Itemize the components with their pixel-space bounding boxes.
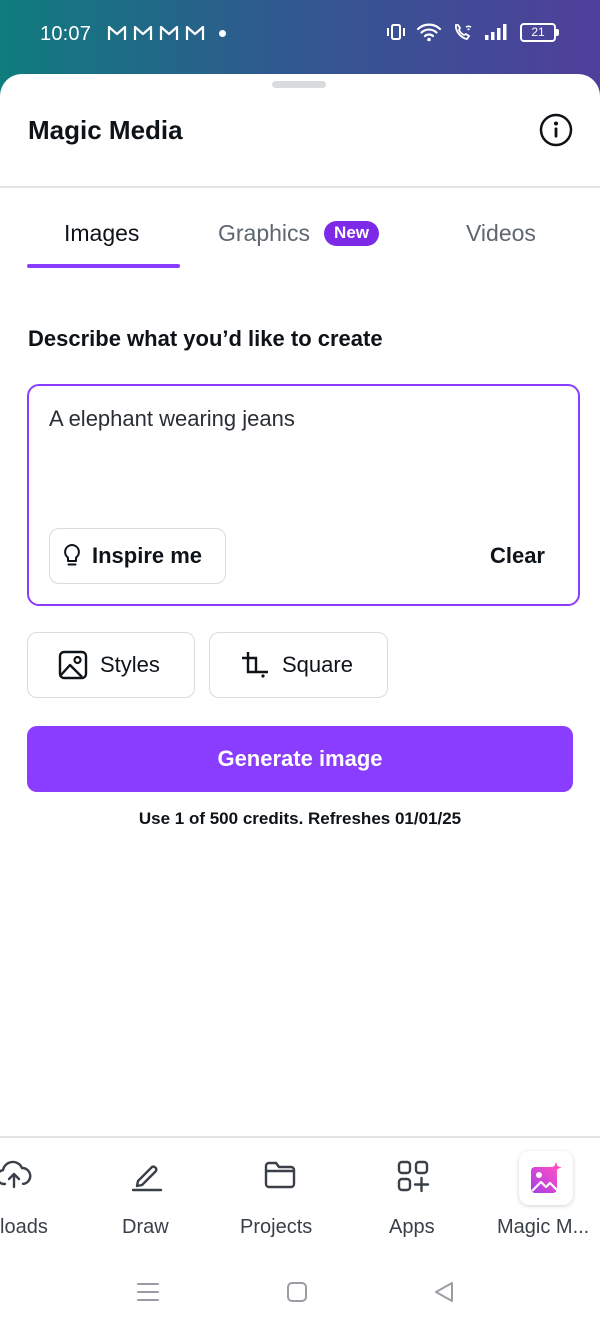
- nav-label-apps: Apps: [389, 1216, 435, 1238]
- prompt-label: Describe what you’d like to create: [28, 326, 383, 351]
- tab-graphics-label: Graphics: [218, 220, 311, 246]
- nav-label-projects: Projects: [240, 1216, 313, 1238]
- tab-images[interactable]: Images: [64, 220, 139, 247]
- tab-graphics[interactable]: Graphics New: [218, 220, 380, 247]
- status-bar: 10:07 21: [0, 0, 600, 74]
- wifi-icon: [416, 23, 442, 42]
- nav-item-apps[interactable]: Apps: [380, 1137, 450, 1252]
- gmail-icon: [107, 25, 127, 40]
- lightbulb-icon: [64, 544, 80, 566]
- aspect-ratio-label: Square: [282, 652, 353, 677]
- magic-media-icon: [531, 1162, 562, 1193]
- info-icon[interactable]: [539, 113, 573, 147]
- back-icon[interactable]: [432, 1280, 456, 1304]
- media-type-tabs: Images Graphics New Videos: [0, 214, 600, 270]
- gmail-icon: [185, 25, 205, 40]
- nav-label-uploads: loads: [0, 1216, 48, 1238]
- inspire-me-label: Inspire me: [92, 543, 203, 568]
- header-divider: [0, 186, 600, 188]
- image-icon: [58, 650, 88, 680]
- bottom-nav: loads Draw Projects Apps Magic M...: [0, 1137, 600, 1252]
- system-navigation-bar: [0, 1266, 600, 1333]
- active-tab-indicator: [27, 264, 180, 268]
- inspire-me-button[interactable]: Inspire me: [49, 528, 226, 584]
- home-icon[interactable]: [285, 1280, 309, 1304]
- nav-item-magic-media[interactable]: Magic M...: [490, 1137, 600, 1252]
- apps-grid-icon: [397, 1160, 430, 1193]
- nav-item-projects[interactable]: Projects: [232, 1137, 328, 1252]
- magic-media-panel: Magic Media Images Graphics New Videos D…: [0, 74, 600, 1333]
- styles-label: Styles: [100, 652, 160, 677]
- notification-icons: [107, 24, 226, 42]
- styles-button[interactable]: Styles: [27, 632, 195, 698]
- crop-icon: [242, 652, 268, 678]
- prompt-text[interactable]: A elephant wearing jeans: [49, 406, 295, 432]
- tab-videos[interactable]: Videos: [466, 220, 536, 247]
- vibrate-icon: [387, 24, 405, 40]
- more-notifications-dot: [219, 29, 226, 37]
- nav-item-draw[interactable]: Draw: [100, 1137, 195, 1252]
- pen-icon: [131, 1165, 163, 1192]
- gmail-icon: [133, 25, 153, 40]
- nav-label-draw: Draw: [122, 1216, 169, 1238]
- nav-label-magic-media: Magic M...: [497, 1216, 590, 1238]
- clear-button[interactable]: Clear: [490, 543, 545, 569]
- recents-icon[interactable]: [136, 1280, 160, 1304]
- wifi-call-icon: [455, 24, 472, 40]
- status-time: 10:07: [40, 23, 92, 45]
- credits-info: Use 1 of 500 credits. Refreshes 01/01/25: [138, 809, 462, 828]
- drag-handle[interactable]: [272, 81, 326, 88]
- prompt-input[interactable]: A elephant wearing jeans Inspire me Clea…: [27, 384, 580, 606]
- aspect-ratio-button[interactable]: Square: [209, 632, 388, 698]
- status-indicators: 21: [386, 22, 559, 42]
- new-badge: New: [324, 221, 380, 246]
- magic-media-icon-tile: [519, 1151, 573, 1205]
- nav-item-uploads[interactable]: loads: [0, 1137, 80, 1252]
- gmail-icon: [159, 25, 179, 40]
- panel-title: Magic Media: [28, 115, 183, 145]
- signal-icon: [485, 24, 507, 40]
- folder-icon: [264, 1161, 296, 1189]
- battery-indicator: 21: [520, 22, 559, 42]
- cloud-upload-icon: [0, 1160, 32, 1189]
- generate-image-button[interactable]: Generate image: [27, 726, 573, 792]
